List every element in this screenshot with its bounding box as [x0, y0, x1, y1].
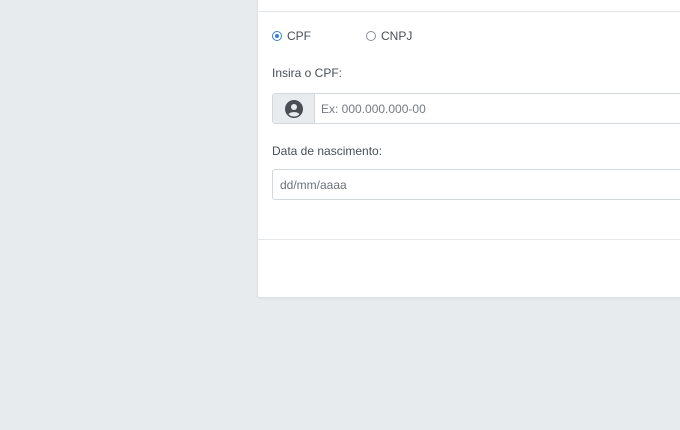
- cnpj-radio-label: CNPJ: [381, 29, 413, 43]
- cpf-input[interactable]: [315, 94, 680, 123]
- document-type-radio-group: CPF CNPJ: [272, 29, 412, 43]
- birth-date-label: Data de nascimento:: [272, 144, 383, 158]
- user-circle-icon: [284, 99, 303, 118]
- cnpj-radio-circle[interactable]: [366, 31, 376, 41]
- cpf-field-label: Insira o CPF:: [272, 66, 343, 80]
- cnpj-radio[interactable]: CNPJ: [366, 29, 412, 43]
- cpf-radio-circle[interactable]: [272, 31, 282, 41]
- cpf-input-group: [272, 93, 680, 124]
- form-card: CPF CNPJ Insira o CPF: Data de nasciment…: [257, 0, 680, 298]
- cpf-radio-label: CPF: [287, 29, 311, 43]
- birth-date-input[interactable]: [272, 169, 680, 200]
- cpf-input-addon: [273, 94, 315, 123]
- cpf-radio[interactable]: CPF: [272, 29, 366, 43]
- card-footer-divider: [258, 239, 680, 240]
- card-header-divider: [258, 11, 680, 12]
